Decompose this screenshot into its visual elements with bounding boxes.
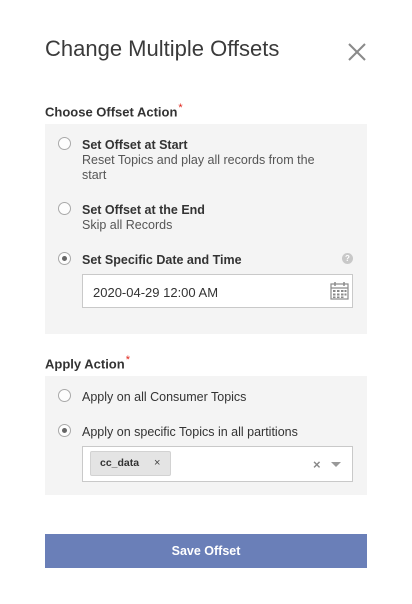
offset-action-label: Choose Offset Action* [45, 102, 183, 120]
date-time-input[interactable]: 2020-04-29 12:00 AM [82, 274, 353, 308]
chevron-down-icon[interactable] [331, 462, 341, 467]
dialog-title: Change Multiple Offsets [45, 36, 280, 61]
help-icon[interactable]: ? [342, 253, 353, 264]
radio-offset-date[interactable] [58, 252, 71, 265]
radio-offset-end[interactable] [58, 202, 71, 215]
offset-date-title: Set Specific Date and Time [82, 253, 242, 267]
radio-apply-all[interactable] [58, 389, 71, 402]
offset-start-title: Set Offset at Start [82, 138, 188, 152]
apply-all-label: Apply on all Consumer Topics [82, 390, 247, 404]
offset-start-desc-line2: start [82, 168, 107, 182]
radio-offset-start[interactable] [58, 137, 71, 150]
apply-specific-label: Apply on specific Topics in all partitio… [82, 425, 298, 439]
chip-remove-icon[interactable]: × [154, 457, 160, 469]
close-icon[interactable] [345, 40, 369, 64]
offset-end-title: Set Offset at the End [82, 203, 205, 217]
clear-selection-icon[interactable]: × [313, 457, 321, 472]
radio-apply-specific[interactable] [58, 424, 71, 437]
topic-chip-label: cc_data [100, 457, 140, 469]
apply-action-label: Apply Action* [45, 354, 130, 372]
offset-end-desc: Skip all Records [82, 218, 173, 232]
calendar-icon[interactable] [330, 281, 349, 300]
required-marker: * [178, 102, 183, 114]
offset-start-desc-line1: Reset Topics and play all records from t… [82, 153, 315, 167]
save-offset-button[interactable]: Save Offset [45, 534, 367, 568]
required-marker: * [125, 354, 130, 366]
